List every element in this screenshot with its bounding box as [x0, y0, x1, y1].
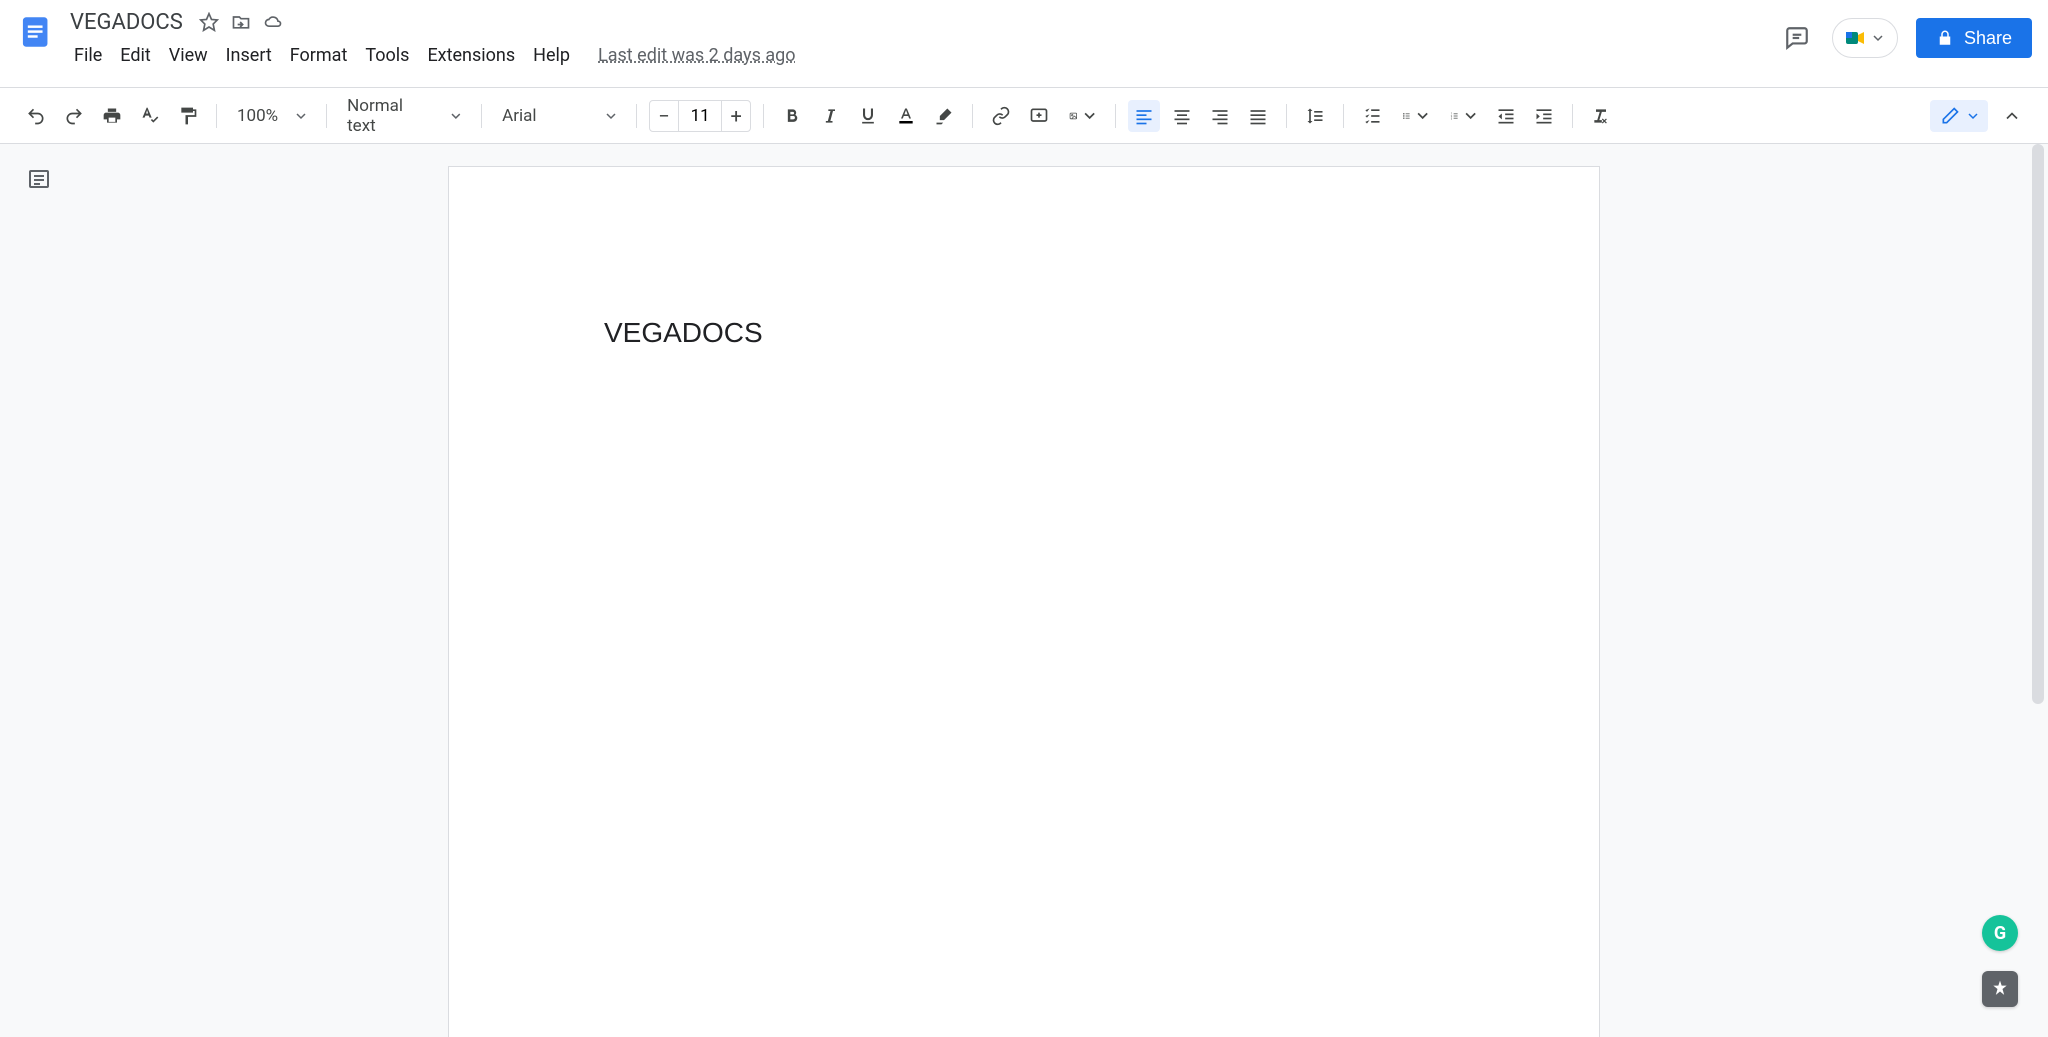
toolbar-separator [1286, 104, 1287, 128]
pencil-icon [1940, 106, 1960, 126]
italic-button[interactable] [814, 100, 846, 132]
cloud-saved-icon[interactable] [263, 12, 283, 32]
show-outline-button[interactable] [24, 164, 54, 194]
toolbar-separator [1115, 104, 1116, 128]
print-button[interactable] [96, 100, 128, 132]
toolbar-separator [763, 104, 764, 128]
chevron-down-icon [606, 111, 616, 121]
font-size-group: − 11 + [649, 100, 751, 132]
paragraph-style-dropdown[interactable]: Normal text [339, 100, 469, 132]
scrollbar-thumb[interactable] [2032, 144, 2044, 704]
zoom-dropdown[interactable]: 100% [229, 100, 314, 132]
grammarly-label: G [1994, 923, 2006, 944]
align-right-button[interactable] [1204, 100, 1236, 132]
chevron-down-icon [1084, 110, 1095, 121]
toolbar-separator [1343, 104, 1344, 128]
vertical-scrollbar[interactable] [2032, 144, 2044, 1037]
chevron-down-icon [451, 111, 461, 121]
decrease-indent-button[interactable] [1490, 100, 1522, 132]
font-size-increase-button[interactable]: + [722, 101, 750, 131]
clear-formatting-button[interactable] [1585, 100, 1617, 132]
align-center-button[interactable] [1166, 100, 1198, 132]
chevron-down-icon [1968, 111, 1978, 121]
move-icon[interactable] [231, 12, 251, 32]
toolbar-separator [636, 104, 637, 128]
explore-button[interactable] [1982, 971, 2018, 1007]
menu-insert[interactable]: Insert [218, 41, 280, 70]
insert-link-button[interactable] [985, 100, 1017, 132]
font-size-decrease-button[interactable]: − [650, 101, 678, 131]
header: VEGADOCS File Edit View Insert Format To… [0, 0, 2048, 88]
underline-button[interactable] [852, 100, 884, 132]
menu-view[interactable]: View [161, 41, 216, 70]
toolbar-separator [481, 104, 482, 128]
bulleted-list-button[interactable] [1394, 100, 1436, 132]
toolbar-right [1930, 100, 2028, 132]
document-page[interactable]: VEGADOCS [448, 166, 1600, 1037]
font-size-input[interactable]: 11 [678, 101, 722, 131]
text-color-button[interactable] [890, 100, 922, 132]
header-right: Share [1780, 8, 2032, 58]
chevron-down-icon [296, 111, 306, 121]
hide-toolbar-button[interactable] [1996, 100, 2028, 132]
menu-file[interactable]: File [66, 41, 110, 70]
svg-text:3: 3 [1451, 117, 1453, 120]
align-justify-button[interactable] [1242, 100, 1274, 132]
editing-mode-button[interactable] [1930, 100, 1988, 132]
document-canvas[interactable]: VEGADOCS G [0, 144, 2048, 1037]
menu-tools[interactable]: Tools [357, 41, 417, 70]
insert-comment-button[interactable] [1023, 100, 1055, 132]
document-body[interactable]: VEGADOCS [449, 167, 1599, 499]
zoom-value: 100% [237, 106, 278, 126]
meet-button[interactable] [1832, 18, 1898, 58]
toolbar-separator [1572, 104, 1573, 128]
align-left-button[interactable] [1128, 100, 1160, 132]
numbered-list-button[interactable]: 123 [1442, 100, 1484, 132]
document-title-input[interactable]: VEGADOCS [66, 8, 187, 37]
menu-format[interactable]: Format [282, 41, 356, 70]
meet-icon [1843, 26, 1867, 50]
font-value: Arial [502, 106, 536, 126]
chevron-down-icon [1465, 110, 1476, 121]
paint-format-button[interactable] [172, 100, 204, 132]
chevron-down-icon [1417, 110, 1428, 121]
line-spacing-button[interactable] [1299, 100, 1331, 132]
toolbar-separator [326, 104, 327, 128]
spellcheck-button[interactable] [134, 100, 166, 132]
redo-button[interactable] [58, 100, 90, 132]
star-icon[interactable] [199, 12, 219, 32]
toolbar-separator [972, 104, 973, 128]
title-area: VEGADOCS File Edit View Insert Format To… [66, 8, 1780, 70]
share-button[interactable]: Share [1916, 18, 2032, 58]
chevron-down-icon [1873, 33, 1883, 43]
toolbar-separator [216, 104, 217, 128]
menu-bar: File Edit View Insert Format Tools Exten… [66, 40, 1780, 70]
insert-image-button[interactable] [1061, 100, 1103, 132]
increase-indent-button[interactable] [1528, 100, 1560, 132]
last-edit-link[interactable]: Last edit was 2 days ago [598, 45, 795, 66]
title-row: VEGADOCS [66, 8, 1780, 36]
bold-button[interactable] [776, 100, 808, 132]
menu-edit[interactable]: Edit [112, 41, 158, 70]
toolbar: 100% Normal text Arial − 11 + 123 [0, 88, 2048, 144]
lock-icon [1936, 29, 1954, 47]
menu-help[interactable]: Help [525, 41, 578, 70]
paragraph-style-value: Normal text [347, 96, 433, 136]
menu-extensions[interactable]: Extensions [419, 41, 523, 70]
share-button-label: Share [1964, 28, 2012, 49]
docs-logo[interactable] [16, 8, 56, 56]
explore-icon [1990, 979, 2010, 999]
font-dropdown[interactable]: Arial [494, 100, 624, 132]
grammarly-button[interactable]: G [1982, 915, 2018, 951]
highlight-color-button[interactable] [928, 100, 960, 132]
comment-history-button[interactable] [1780, 21, 1814, 55]
undo-button[interactable] [20, 100, 52, 132]
checklist-button[interactable] [1356, 100, 1388, 132]
